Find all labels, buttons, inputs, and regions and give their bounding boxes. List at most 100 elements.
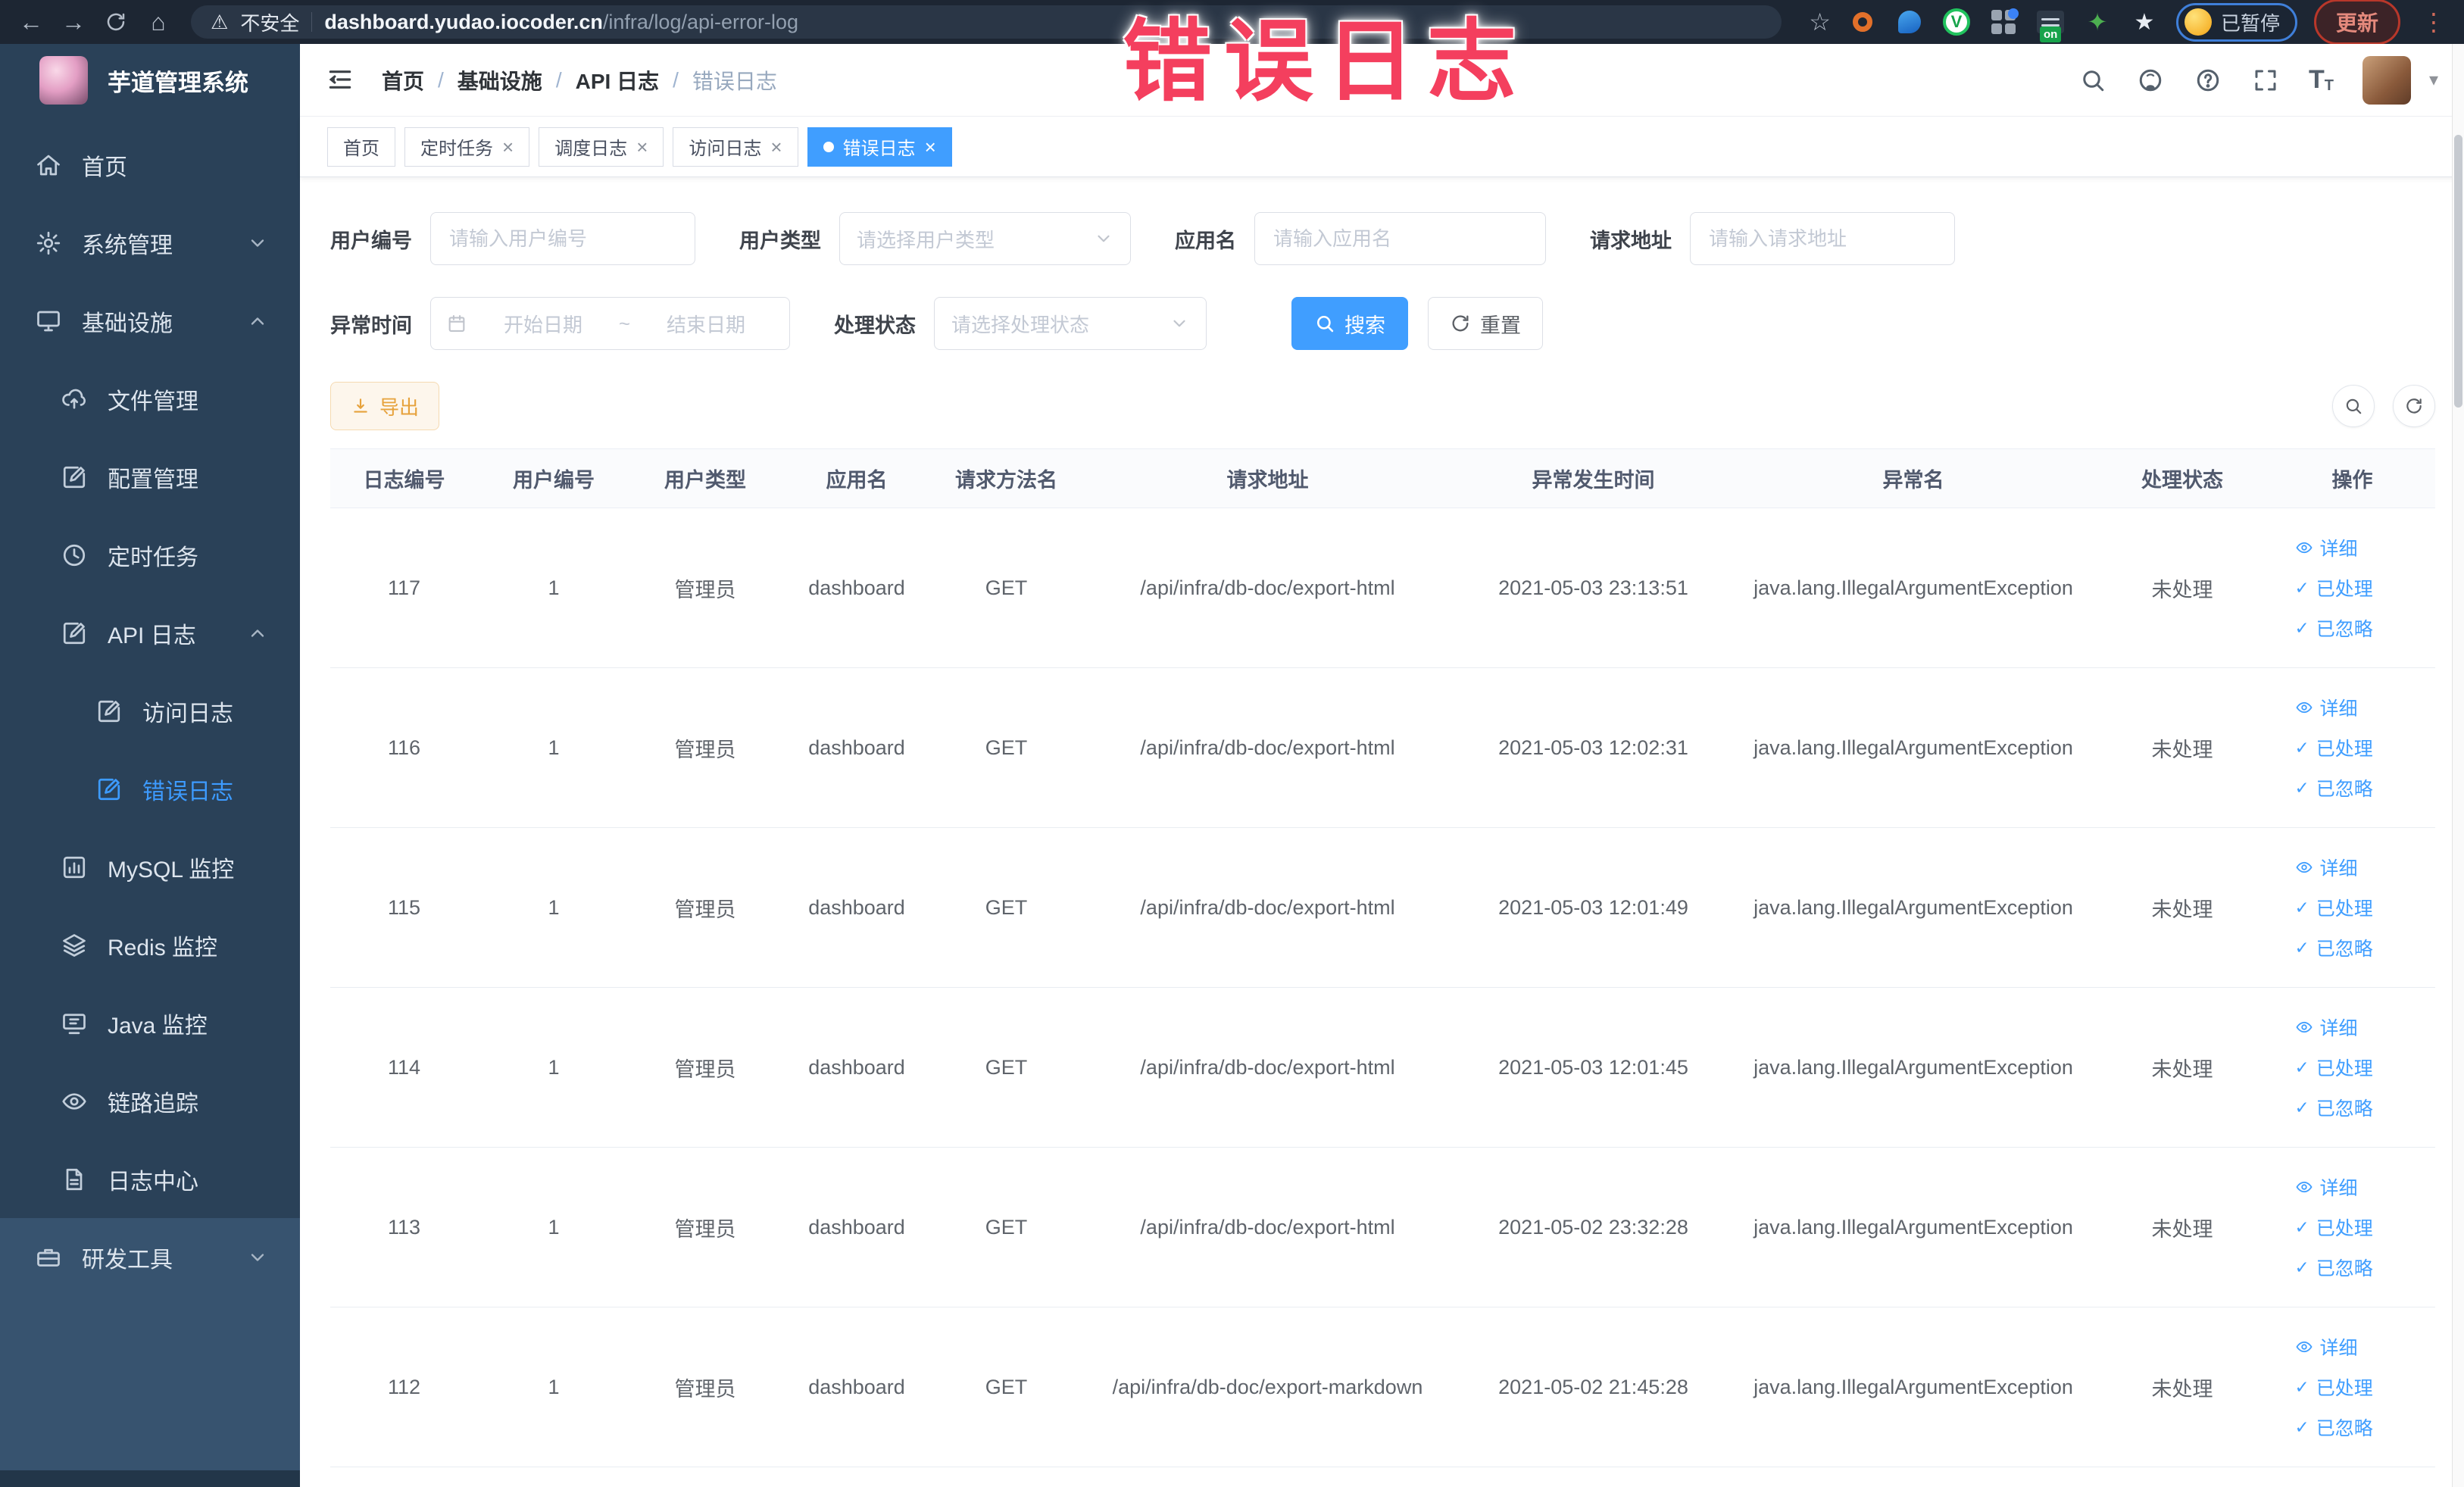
column-header: 处理状态 xyxy=(2095,448,2269,508)
fullscreen-icon[interactable] xyxy=(2251,66,2280,95)
browser-back-button[interactable]: ← xyxy=(14,5,48,39)
breadcrumb-item[interactable]: 首页 xyxy=(382,65,424,95)
processed-link[interactable]: ✓ 已处理 xyxy=(2295,574,2373,601)
request-url-input[interactable] xyxy=(1690,212,1955,265)
search-icon xyxy=(2346,398,2362,414)
sidebar-item-trace[interactable]: 链路追踪 xyxy=(0,1062,300,1140)
tab-scheduled-tasks[interactable]: 定时任务 × xyxy=(404,127,530,167)
search-toggle-button[interactable] xyxy=(2332,385,2375,427)
github-icon[interactable] xyxy=(2136,66,2165,95)
breadcrumb-item[interactable]: 基础设施 xyxy=(458,65,542,95)
filter-label: 异常时间 xyxy=(330,314,412,337)
tab-home[interactable]: 首页 xyxy=(327,127,395,167)
extension-spark-icon[interactable]: ✦ xyxy=(2082,7,2113,37)
bookmark-star-icon[interactable]: ☆ xyxy=(1809,8,1831,36)
detail-link[interactable]: 详细 xyxy=(2295,854,2358,881)
extension-drop-icon[interactable] xyxy=(1894,7,1925,37)
close-icon[interactable]: × xyxy=(770,137,782,157)
sidebar-item-system-management[interactable]: 系统管理 xyxy=(0,204,300,282)
hamburger-icon[interactable] xyxy=(326,65,356,95)
processed-link[interactable]: ✓ 已处理 xyxy=(2295,1214,2373,1241)
ignored-link[interactable]: ✓ 已忽略 xyxy=(2295,934,2373,961)
reset-button[interactable]: 重置 xyxy=(1428,297,1543,350)
sidebar-item-redis-monitor[interactable]: Redis 监控 xyxy=(0,906,300,984)
close-icon[interactable]: × xyxy=(925,137,936,157)
help-icon[interactable] xyxy=(2194,66,2222,95)
sidebar-item-java-monitor[interactable]: Java 监控 xyxy=(0,984,300,1062)
date-range-picker[interactable]: 开始日期 ~ 结束日期 xyxy=(430,297,790,350)
update-button[interactable]: 更新 xyxy=(2313,0,2400,45)
sidebar-item-file-management[interactable]: 文件管理 xyxy=(0,360,300,438)
sidebar-item-dev-tools[interactable]: 研发工具 xyxy=(0,1218,300,1297)
export-button-label: 导出 xyxy=(379,395,420,419)
extension-switch-icon[interactable]: on xyxy=(2035,7,2066,42)
ignored-link[interactable]: ✓ 已忽略 xyxy=(2295,1254,2373,1281)
avatar-caret-icon[interactable]: ▾ xyxy=(2429,69,2438,91)
ignored-link[interactable]: ✓ 已忽略 xyxy=(2295,1094,2373,1121)
processed-link[interactable]: ✓ 已处理 xyxy=(2295,1373,2373,1401)
sidebar-item-log-center[interactable]: 日志中心 xyxy=(0,1140,300,1218)
close-icon[interactable]: × xyxy=(502,137,514,157)
detail-link[interactable]: 详细 xyxy=(2295,694,2358,721)
address-bar[interactable]: ⚠ 不安全 dashboard.yudao.iocoder.cn/infra/l… xyxy=(191,5,1782,39)
browser-forward-button[interactable]: → xyxy=(56,5,91,39)
cell-status: 未处理 xyxy=(2095,987,2269,1148)
font-size-icon[interactable]: TT xyxy=(2309,65,2334,95)
processed-link[interactable]: ✓ 已处理 xyxy=(2295,894,2373,921)
download-icon xyxy=(354,398,367,413)
export-button[interactable]: 导出 xyxy=(330,382,440,430)
close-icon[interactable]: × xyxy=(636,137,648,157)
sidebar-item-infrastructure[interactable]: 基础设施 xyxy=(0,282,300,360)
scrollbar-thumb[interactable] xyxy=(2454,135,2462,408)
avatar[interactable] xyxy=(2362,55,2411,105)
detail-label: 详细 xyxy=(2319,1178,2358,1199)
detail-link[interactable]: 详细 xyxy=(2295,1173,2358,1201)
extension-ring-icon[interactable] xyxy=(1847,7,1878,37)
processed-link[interactable]: ✓ 已处理 xyxy=(2295,1054,2373,1081)
eye-icon xyxy=(2295,1021,2313,1033)
ignored-link[interactable]: ✓ 已忽略 xyxy=(2295,1414,2373,1441)
check-icon: ✓ xyxy=(2294,1217,2309,1237)
browser-menu-icon[interactable]: ⋮ xyxy=(2417,8,2450,36)
detail-link[interactable]: 详细 xyxy=(2295,534,2358,561)
app-name-input[interactable] xyxy=(1254,212,1546,265)
page-scrollbar[interactable] xyxy=(2452,44,2464,1487)
cell-user-type: 管理员 xyxy=(629,1147,781,1307)
tab-error-log[interactable]: 错误日志 × xyxy=(807,127,952,167)
cell-app-name: dashboard xyxy=(781,1307,932,1467)
tab-schedule-log[interactable]: 调度日志 × xyxy=(539,127,664,167)
logo-row[interactable]: 芋道管理系统 xyxy=(0,44,300,117)
tab-label: 访问日志 xyxy=(689,139,762,159)
tab-access-log[interactable]: 访问日志 × xyxy=(673,127,798,167)
search-button[interactable]: 搜索 xyxy=(1291,297,1408,350)
sidebar-item-home[interactable]: 首页 xyxy=(0,126,300,204)
paused-extension-badge[interactable]: 已暂停 xyxy=(2175,2,2297,42)
detail-link[interactable]: 详细 xyxy=(2295,1014,2358,1041)
sidebar-item-error-log[interactable]: 错误日志 xyxy=(0,750,300,828)
sidebar-item-config-management[interactable]: 配置管理 xyxy=(0,438,300,516)
process-status-select[interactable]: 请选择处理状态 xyxy=(934,297,1207,350)
refresh-button[interactable] xyxy=(2393,385,2435,427)
sidebar-item-scheduled-tasks[interactable]: 定时任务 xyxy=(0,516,300,594)
user-type-select[interactable]: 请选择用户类型 xyxy=(839,212,1131,265)
browser-reload-button[interactable] xyxy=(98,5,133,39)
start-date-input[interactable]: 开始日期 xyxy=(475,310,611,338)
address-divider xyxy=(311,12,313,32)
sidebar-item-mysql-monitor[interactable]: MySQL 监控 xyxy=(0,828,300,906)
browser-home-button[interactable]: ⌂ xyxy=(141,5,176,39)
search-icon[interactable] xyxy=(2078,66,2107,95)
breadcrumb-item[interactable]: API 日志 xyxy=(576,65,659,95)
main-area: 首页 / 基础设施 / API 日志 / 错误日志 TT ▾ 首页 定时任务 ×… xyxy=(300,44,2464,1487)
user-id-input[interactable] xyxy=(430,212,695,265)
ignored-link[interactable]: ✓ 已忽略 xyxy=(2295,774,2373,801)
end-date-input[interactable]: 结束日期 xyxy=(638,310,774,338)
detail-link[interactable]: 详细 xyxy=(2295,1333,2358,1360)
sidebar-item-api-log[interactable]: API 日志 xyxy=(0,594,300,672)
extension-puzzle-icon[interactable]: ★ xyxy=(2129,7,2160,37)
ignored-link[interactable]: ✓ 已忽略 xyxy=(2295,614,2373,642)
extension-grid-icon[interactable] xyxy=(1988,7,2019,37)
processed-link[interactable]: ✓ 已处理 xyxy=(2295,734,2373,761)
sidebar-item-label: 错误日志 xyxy=(142,779,233,804)
extension-v-icon[interactable]: V xyxy=(1941,7,1972,37)
sidebar-item-access-log[interactable]: 访问日志 xyxy=(0,672,300,750)
